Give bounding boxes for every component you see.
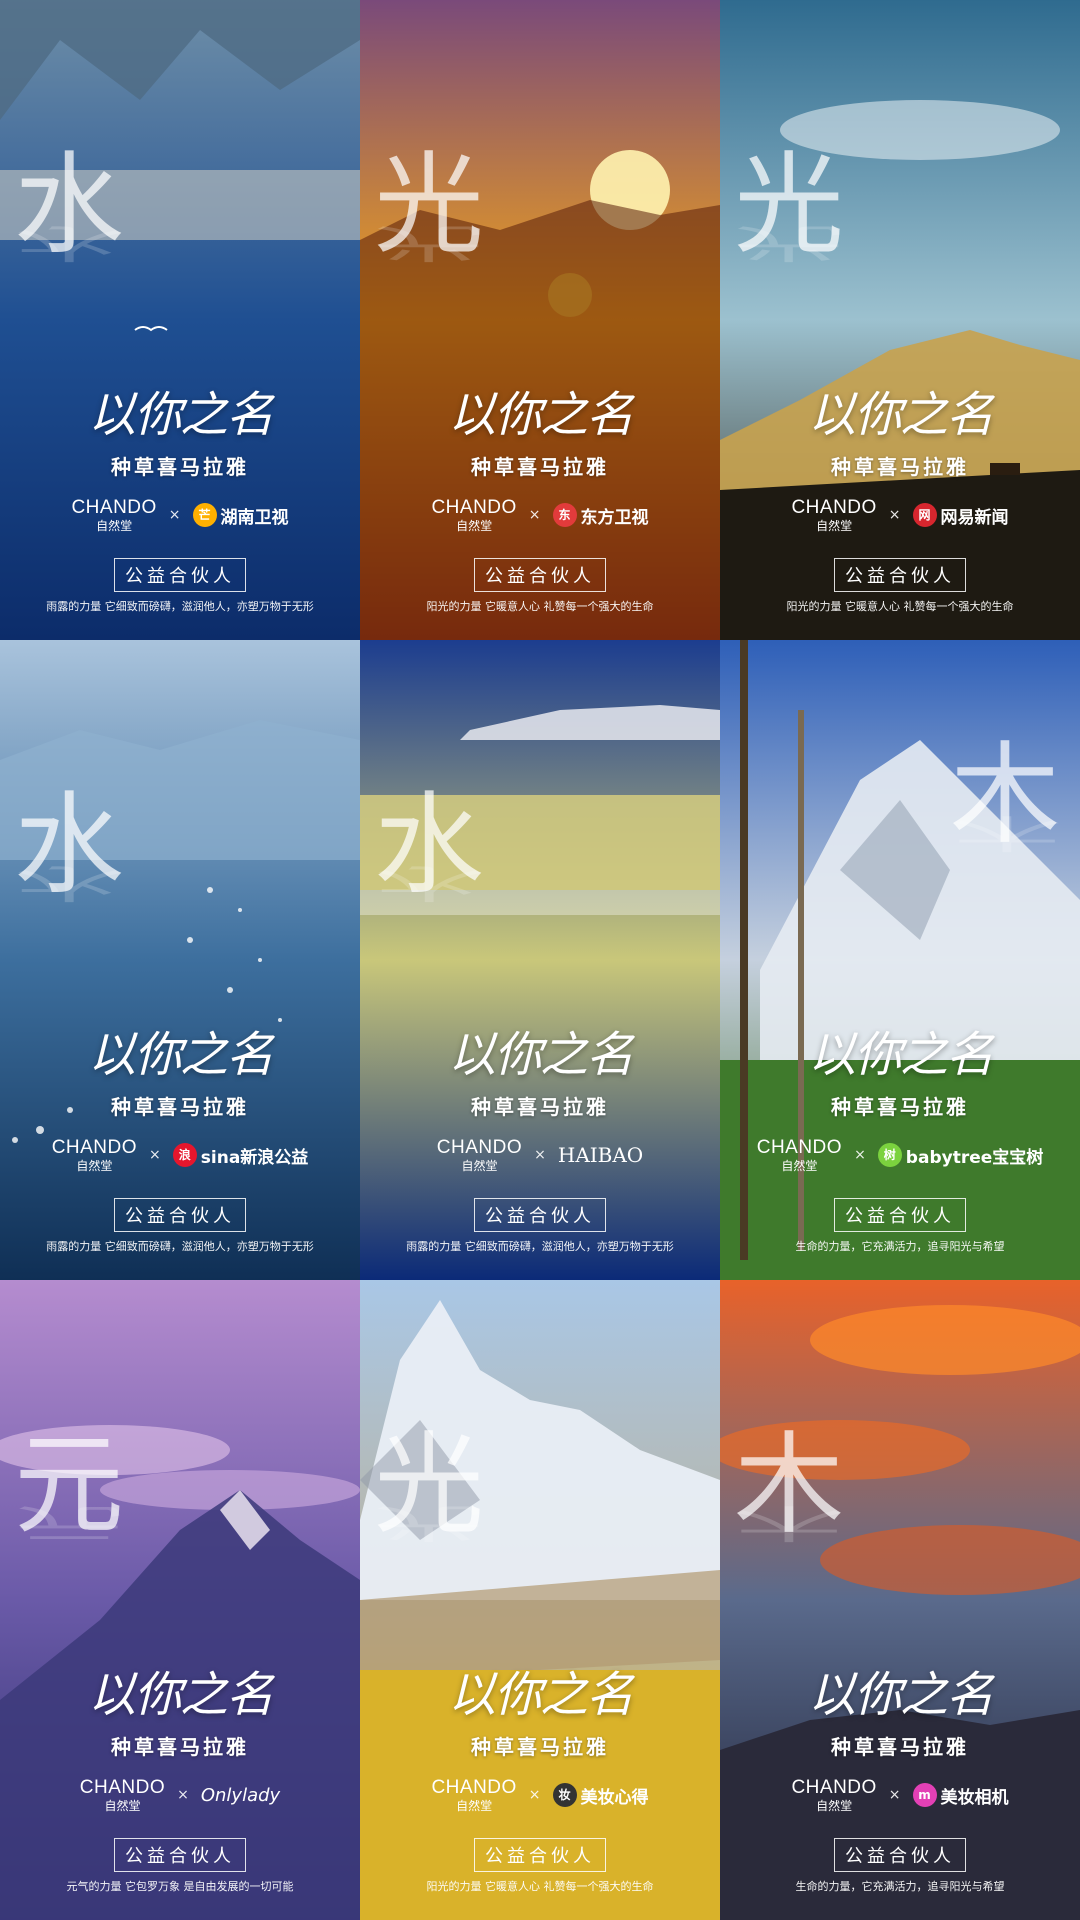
slogan: 阳光的力量 它暖意人心 礼赞每一个强大的生命 [426, 600, 654, 613]
sina-logo-icon: 浪 sina新浪公益 [172, 1143, 308, 1168]
partner-label: 公益合伙人 [114, 1198, 246, 1232]
subtitle: 种草喜马拉雅 [471, 455, 609, 479]
partner-label: 公益合伙人 [474, 1838, 606, 1872]
element-character-reflection: 木 [952, 810, 1062, 856]
subtitle: 种草喜马拉雅 [831, 1735, 969, 1759]
element-character-reflection: 元 [14, 1500, 124, 1546]
headline: 以你之名 [87, 1027, 274, 1083]
headline: 以你之名 [807, 1027, 994, 1083]
babytree-logo-icon: 树 babytree宝宝树 [877, 1143, 1043, 1168]
partner-label: 公益合伙人 [834, 1198, 966, 1232]
brand-row: CHANDO 自然堂 × 芒湖南卫视 [0, 498, 360, 532]
poster-grid: 水 水 以你之名 种草喜马拉雅 CHANDO 自然堂 × 芒湖南卫视 公益合伙人 … [0, 0, 1080, 1920]
headline: 以你之名 [807, 387, 994, 443]
landscape-illustration [360, 150, 720, 640]
slogan: 生命的力量，它充满活力，追寻阳光与希望 [795, 1240, 1005, 1253]
headline: 以你之名 [87, 1667, 274, 1723]
slogan: 阳光的力量 它暖意人心 礼赞每一个强大的生命 [786, 600, 1014, 613]
poster-light-dragon: 光 光 以你之名 种草喜马拉雅 CHANDO 自然堂 × 东东方卫视 公益合伙人 … [360, 0, 720, 640]
meizhuang-camera-logo-icon: m 美妆相机 [912, 1783, 1009, 1808]
subtitle: 种草喜马拉雅 [831, 455, 969, 479]
slogan: 雨露的力量 它细致而磅礴，滋润他人，亦塑万物于无形 [46, 1240, 314, 1253]
onlylady-logo-icon: Onlylady [200, 1784, 281, 1806]
slogan: 雨露的力量 它细致而磅礴，滋润他人，亦塑万物于无形 [46, 600, 314, 613]
slogan: 元气的力量 它包罗万象 是自由发展的一切可能 [66, 1880, 294, 1893]
partner-label: 公益合伙人 [474, 1198, 606, 1232]
times-icon: × [534, 1147, 546, 1163]
landscape-illustration [720, 1305, 1080, 1920]
haibao-logo-icon: HAIBAO [557, 1143, 644, 1167]
subtitle: 种草喜马拉雅 [111, 455, 249, 479]
element-character-reflection: 木 [734, 1500, 844, 1546]
times-icon: × [888, 507, 901, 523]
landscape-illustration [0, 720, 360, 1143]
times-icon: × [528, 507, 541, 523]
poster-water-haibao: 水 水 以你之名 种草喜马拉雅 CHANDO 自然堂 × HAIBAO 公益合伙人… [360, 640, 720, 1280]
meizhuang-logo-icon: 妆美妆心得 [552, 1783, 649, 1808]
subtitle: 种草喜马拉雅 [111, 1735, 249, 1759]
poster-water-hunan: 水 水 以你之名 种草喜马拉雅 CHANDO 自然堂 × 芒湖南卫视 公益合伙人 … [0, 0, 360, 640]
brand-row: CHANDO 自然堂 × 浪 sina新浪公益 [0, 1138, 360, 1172]
times-icon: × [149, 1147, 161, 1163]
element-character-reflection: 水 [14, 220, 124, 266]
brand-row: CHANDO 自然堂 × 树 babytree宝宝树 [720, 1138, 1080, 1172]
brand-row: CHANDO 自然堂 × 妆美妆心得 [360, 1778, 720, 1812]
brand-row: CHANDO 自然堂 × Onlylady [0, 1778, 360, 1812]
poster-yuan-onlylady: 元 元 以你之名 种草喜马拉雅 CHANDO 自然堂 × Onlylady 公益合… [0, 1280, 360, 1920]
element-character-reflection: 光 [734, 220, 844, 266]
landscape-illustration [0, 1425, 360, 1920]
slogan: 阳光的力量 它暖意人心 礼赞每一个强大的生命 [426, 1880, 654, 1893]
poster-light-meizhuang: 光 光 以你之名 种草喜马拉雅 CHANDO 自然堂 × 妆美妆心得 公益合伙人 … [360, 1280, 720, 1920]
headline: 以你之名 [447, 387, 634, 443]
partner-label: 公益合伙人 [114, 1838, 246, 1872]
headline: 以你之名 [807, 1667, 994, 1723]
poster-wood-meizhuang-camera: 木 木 以你之名 种草喜马拉雅 CHANDO 自然堂 × m 美妆相机 公益合伙人 … [720, 1280, 1080, 1920]
landscape-illustration [360, 1300, 720, 1920]
headline: 以你之名 [87, 387, 274, 443]
subtitle: 种草喜马拉雅 [111, 1095, 249, 1119]
netease-logo-icon: 网网易新闻 [912, 503, 1009, 528]
dragon-tv-logo-icon: 东东方卫视 [552, 503, 649, 528]
partner-label: 公益合伙人 [834, 1838, 966, 1872]
chando-logo: CHANDO 自然堂 [71, 497, 157, 533]
poster-wood-babytree: 木 木 以你之名 种草喜马拉雅 CHANDO 自然堂 × 树 babytree宝宝树… [720, 640, 1080, 1280]
landscape-illustration [360, 705, 720, 915]
times-icon: × [168, 507, 181, 523]
times-icon: × [888, 1787, 901, 1803]
element-character-reflection: 水 [374, 860, 484, 906]
chando-logo: CHANDO 自然堂 [756, 1137, 843, 1173]
headline: 以你之名 [447, 1027, 634, 1083]
subtitle: 种草喜马拉雅 [471, 1735, 609, 1759]
chando-logo: CHANDO 自然堂 [79, 1777, 166, 1813]
brand-row: CHANDO 自然堂 × m 美妆相机 [720, 1778, 1080, 1812]
headline: 以你之名 [447, 1667, 634, 1723]
chando-logo: CHANDO 自然堂 [51, 1137, 138, 1173]
times-icon: × [854, 1147, 866, 1163]
partner-label: 公益合伙人 [474, 558, 606, 592]
subtitle: 种草喜马拉雅 [471, 1095, 609, 1119]
times-icon: × [528, 1787, 541, 1803]
chando-logo: CHANDO 自然堂 [431, 497, 517, 533]
subtitle: 种草喜马拉雅 [831, 1095, 969, 1119]
mango-logo-icon: 芒湖南卫视 [192, 503, 289, 528]
element-character-reflection: 光 [374, 220, 484, 266]
brand-row: CHANDO 自然堂 × HAIBAO [360, 1138, 720, 1172]
poster-light-netease: 光 光 以你之名 种草喜马拉雅 CHANDO 自然堂 × 网网易新闻 公益合伙人 … [720, 0, 1080, 640]
element-character-reflection: 光 [374, 1500, 484, 1546]
chando-logo: CHANDO 自然堂 [436, 1137, 523, 1173]
chando-logo: CHANDO 自然堂 [791, 1777, 877, 1813]
landscape-illustration [720, 100, 1080, 640]
slogan: 雨露的力量 它细致而磅礴，滋润他人，亦塑万物于无形 [406, 1240, 674, 1253]
brand-row: CHANDO 自然堂 × 网网易新闻 [720, 498, 1080, 532]
times-icon: × [177, 1787, 189, 1803]
slogan: 生命的力量，它充满活力，追寻阳光与希望 [795, 1880, 1005, 1893]
partner-label: 公益合伙人 [834, 558, 966, 592]
landscape-illustration [0, 0, 360, 332]
chando-logo: CHANDO 自然堂 [791, 497, 877, 533]
partner-label: 公益合伙人 [114, 558, 246, 592]
poster-water-sina: 水 水 以你之名 种草喜马拉雅 CHANDO 自然堂 × 浪 sina新浪公益 公益… [0, 640, 360, 1280]
brand-row: CHANDO 自然堂 × 东东方卫视 [360, 498, 720, 532]
element-character-reflection: 水 [14, 860, 124, 906]
chando-logo: CHANDO 自然堂 [431, 1777, 517, 1813]
